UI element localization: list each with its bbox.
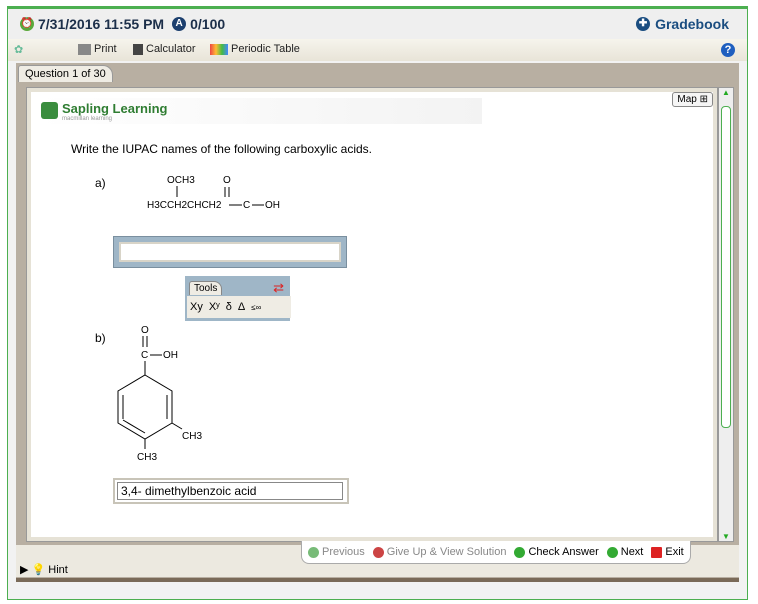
logo-icon (41, 102, 58, 119)
scroll-thumb[interactable] (721, 106, 731, 428)
svg-text:C: C (141, 350, 148, 361)
periodic-table-label: Periodic Table (231, 43, 300, 55)
gradebook-label: Gradebook (655, 16, 729, 32)
next-label: Next (620, 546, 644, 558)
superscript-button[interactable]: Xʸ (209, 301, 220, 313)
calculator-label: Calculator (146, 43, 196, 55)
svg-text:OH: OH (163, 350, 178, 361)
check-answer-label: Check Answer (528, 546, 599, 558)
oh-label: OH (265, 200, 280, 211)
exit-label: Exit (665, 546, 684, 558)
score: 0/100 (190, 16, 226, 32)
subscript-button[interactable]: Xy (190, 301, 203, 313)
hint-label: Hint (48, 564, 68, 576)
alarm-clock-icon: ⏰ (20, 17, 34, 31)
exit-button[interactable]: Exit (651, 546, 684, 558)
calculator-button[interactable]: Calculator (133, 43, 196, 55)
header: ⏰ 7/31/2016 11:55 PM A 0/100 ✚ Gradebook (8, 9, 747, 39)
symbols-button[interactable]: ≤∞ (251, 303, 261, 312)
tools-panel: Tools ⇄ Xy Xʸ δ Δ ≤∞ (185, 276, 291, 321)
svg-text:CH3: CH3 (182, 431, 202, 442)
help-button[interactable]: ? (721, 43, 735, 57)
check-icon (514, 546, 526, 558)
previous-icon (308, 546, 319, 558)
sapling-leaf-icon: ✿ (14, 44, 24, 56)
question-tab[interactable]: Question 1 of 30 (18, 65, 113, 82)
next-icon (606, 546, 618, 558)
question-content: Sapling Learning macmillan learning Map … (26, 87, 718, 542)
delta-upper-button[interactable]: Δ (238, 301, 245, 313)
svg-text:CH3: CH3 (137, 452, 157, 463)
scrollbar[interactable]: ▲ ▼ (718, 87, 734, 542)
answer-a-box (113, 236, 347, 268)
next-button[interactable]: Next (606, 546, 644, 558)
app-window: ⏰ 7/31/2016 11:55 PM A 0/100 ✚ Gradebook ✿ … (7, 6, 748, 600)
print-button[interactable]: Print (78, 43, 117, 55)
question-frame: Question 1 of 30 Sapling Learning macmil… (16, 63, 739, 582)
toolbar: ✿ Print Calculator Periodic Table ? (8, 39, 747, 61)
c-label: C (243, 200, 250, 211)
hint-icon: 💡 (31, 564, 46, 576)
gradebook-link[interactable]: ✚ Gradebook (636, 16, 729, 32)
scroll-down-icon[interactable]: ▼ (722, 532, 730, 541)
part-b-label: b) (95, 331, 106, 345)
o-label: O (223, 175, 231, 186)
give-up-button[interactable]: Give Up & View Solution (372, 546, 507, 558)
delta-lower-button[interactable]: δ (226, 301, 232, 313)
scroll-up-icon[interactable]: ▲ (722, 88, 730, 97)
bottom-bar: ▶ 💡 Hint Previous Give Up & View Solutio… (16, 541, 739, 577)
print-label: Print (94, 43, 117, 55)
tools-tab[interactable]: Tools (189, 281, 223, 295)
check-answer-button[interactable]: Check Answer (514, 546, 599, 558)
navigation-bar: Previous Give Up & View Solution Check A… (301, 541, 691, 564)
periodic-table-icon (210, 43, 228, 55)
printer-icon (78, 43, 91, 55)
structure-b: O C OH CH3 CH3 (117, 325, 202, 463)
gradebook-icon: ✚ (636, 17, 651, 31)
exit-icon (651, 546, 663, 558)
give-up-label: Give Up & View Solution (386, 546, 507, 558)
hint-button[interactable]: ▶ 💡 Hint (20, 563, 68, 576)
part-a-label: a) (95, 176, 106, 190)
periodic-table-button[interactable]: Periodic Table (210, 43, 300, 55)
structure-a: OCH3 H3CCH2CHCH2 O C OH (147, 175, 280, 211)
sapling-logo: Sapling Learning macmillan learning (37, 98, 482, 124)
due-date: 7/31/2016 11:55 PM (38, 16, 165, 32)
map-button[interactable]: Map ⊞ (672, 92, 713, 107)
previous-label: Previous (322, 546, 365, 558)
answer-b-input[interactable] (117, 482, 343, 500)
map-label: Map (677, 94, 697, 105)
map-icon: ⊞ (699, 94, 708, 105)
och3-label: OCH3 (167, 175, 195, 186)
give-up-icon (372, 546, 384, 558)
logo-title: Sapling Learning (62, 101, 168, 116)
svg-text:O: O (141, 325, 149, 336)
answer-b-box (113, 478, 349, 504)
previous-button[interactable]: Previous (308, 546, 365, 558)
score-icon: A (172, 17, 187, 31)
chain-label: H3CCH2CHCH2 (147, 200, 222, 211)
logo-subtitle: macmillan learning (62, 116, 113, 122)
answer-a-input[interactable] (119, 242, 341, 262)
refresh-icon[interactable]: ⇄ (273, 280, 284, 296)
calculator-icon (133, 43, 143, 55)
question-text: Write the IUPAC names of the following c… (71, 142, 373, 156)
